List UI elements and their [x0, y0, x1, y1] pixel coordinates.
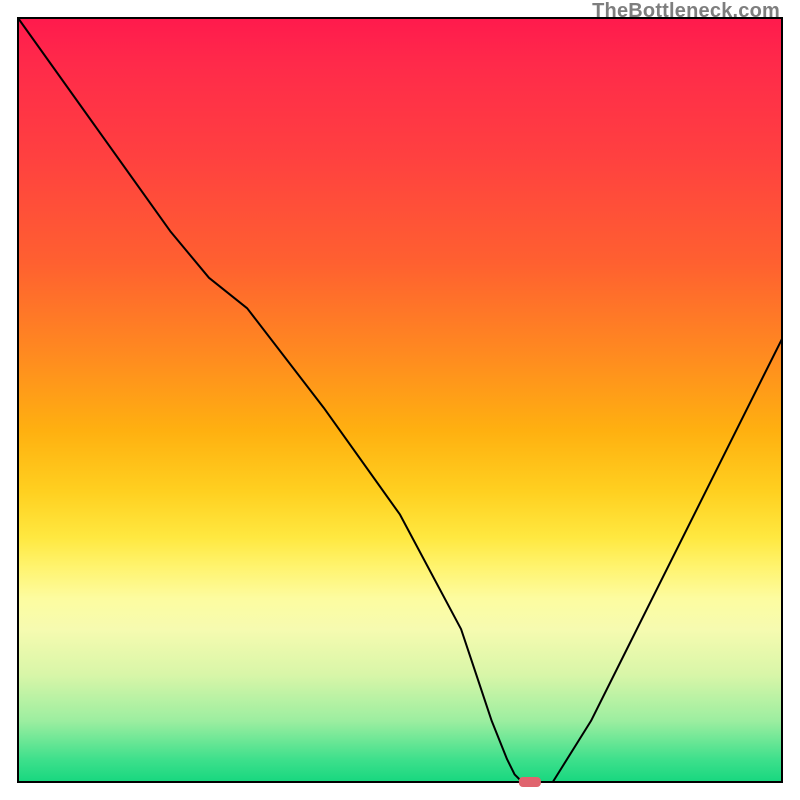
bottleneck-curve [18, 18, 782, 782]
plot-svg [0, 0, 800, 800]
plot-frame [18, 18, 782, 782]
bottleneck-chart: TheBottleneck.com [0, 0, 800, 800]
optimal-marker [519, 777, 541, 787]
watermark-text: TheBottleneck.com [592, 0, 780, 23]
